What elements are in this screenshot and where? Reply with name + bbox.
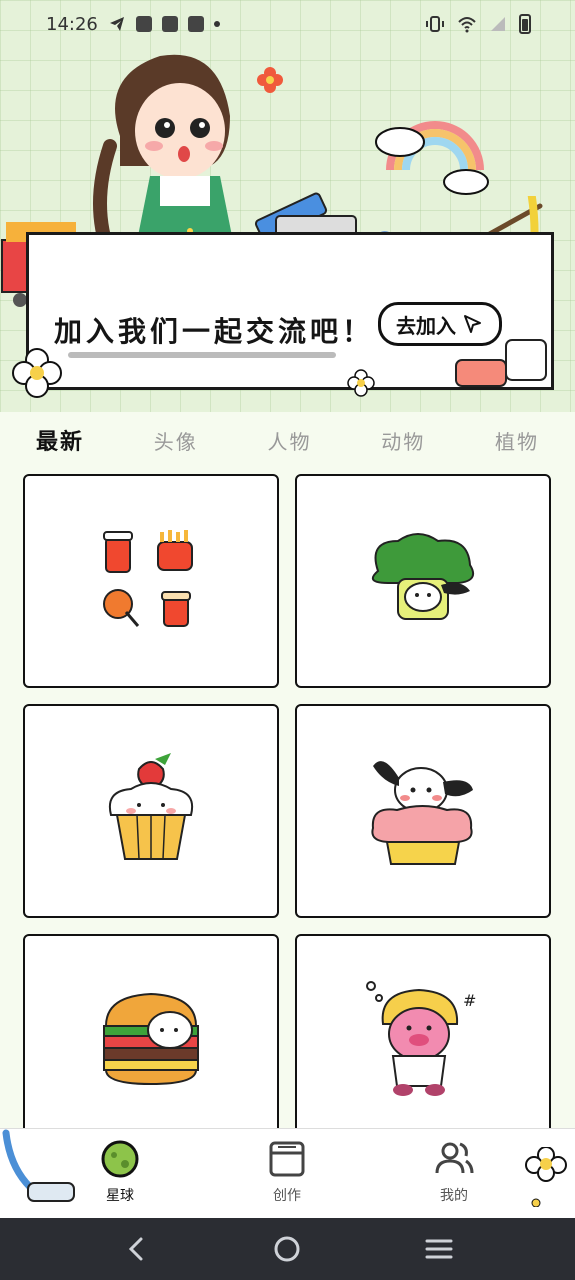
bottom-navigation: 星球 创作 我的: [0, 1128, 575, 1219]
drawing-card[interactable]: [23, 704, 279, 918]
flower-icon: [12, 348, 62, 398]
tab-latest[interactable]: 最新: [36, 424, 84, 456]
menu-lines-icon: [425, 1239, 453, 1259]
strawberry-cupcake-icon: [109, 753, 193, 860]
flower-icon: [257, 67, 283, 93]
drawing-grid: #: [23, 474, 553, 1148]
drawing-card[interactable]: [295, 704, 551, 918]
planet-icon: [101, 1140, 139, 1178]
people-icon: [435, 1142, 474, 1174]
paint-tube-illustration: [455, 339, 547, 387]
tab-avatar[interactable]: 头像: [154, 426, 198, 455]
notification-icon: [135, 16, 152, 32]
back-button[interactable]: [116, 1229, 156, 1269]
rainbow-icon: [375, 121, 489, 195]
paintbrush-decoration-icon: [2, 1129, 75, 1202]
recent-apps-button[interactable]: [419, 1229, 459, 1269]
status-bar: 14:26: [0, 0, 575, 48]
tab-people[interactable]: 人物: [267, 426, 311, 455]
drawing-card[interactable]: #: [295, 934, 551, 1148]
home-button[interactable]: [267, 1229, 307, 1269]
drawing-card[interactable]: [23, 474, 279, 688]
broccoli-puppy-icon: [371, 533, 474, 620]
notification-icon: [161, 16, 178, 32]
telegram-icon: [109, 17, 124, 31]
notification-icon: [187, 16, 204, 32]
battery-icon: [519, 14, 531, 34]
hamburger-cat-icon: [103, 992, 199, 1086]
food-drinks-icon: [103, 530, 193, 627]
system-navigation-bar: [0, 1218, 575, 1280]
drawing-card[interactable]: [295, 474, 551, 688]
drawing-card[interactable]: [23, 934, 279, 1148]
nav-mine[interactable]: 我的: [434, 1139, 474, 1205]
tab-plants[interactable]: 植物: [495, 426, 539, 455]
svg-text:#: #: [463, 991, 476, 1010]
home-circle-icon: [274, 1236, 300, 1262]
puppy-cupcake-icon: [371, 761, 473, 865]
flower-decoration-icon: [525, 1147, 567, 1207]
back-chevron-icon: [128, 1237, 143, 1261]
nav-planet[interactable]: 星球: [100, 1139, 140, 1205]
more-notifications-dot-icon: [213, 21, 220, 27]
tab-animals[interactable]: 动物: [381, 426, 425, 455]
wifi-icon: [458, 17, 476, 33]
nav-create[interactable]: 创作: [268, 1139, 306, 1205]
banner-underline: [68, 352, 336, 358]
banner-title: 加入我们一起交流吧！: [54, 315, 375, 348]
flower-icon: [347, 369, 375, 397]
nav-create-label: 创作: [273, 1188, 301, 1204]
vibrate-icon: [426, 16, 444, 32]
promo-banner[interactable]: 加入我们一起交流吧！ 去加入: [0, 0, 575, 412]
category-tabs: 最新 头像 人物 动物 植物: [0, 412, 575, 468]
nav-mine-label: 我的: [440, 1188, 468, 1204]
signal-icon: [491, 17, 505, 31]
create-window-icon: [269, 1141, 305, 1177]
nav-planet-label: 星球: [106, 1188, 134, 1204]
status-time: 14:26: [46, 13, 98, 35]
pink-creature-icon: #: [366, 981, 476, 1096]
